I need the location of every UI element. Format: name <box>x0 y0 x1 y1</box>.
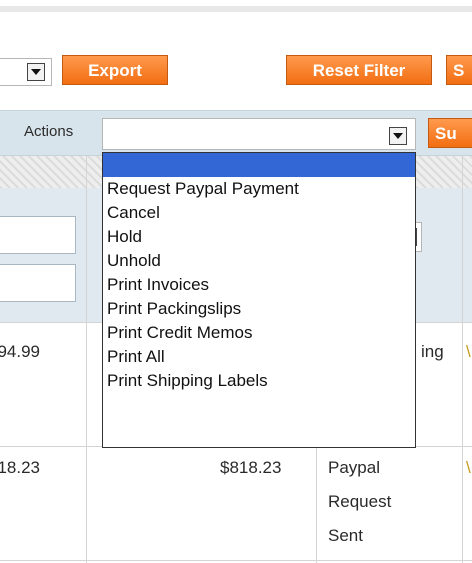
submit-button[interactable]: Su <box>428 118 472 148</box>
top-divider <box>0 6 472 12</box>
export-format-select[interactable] <box>0 58 52 86</box>
dropdown-item-request-paypal-payment[interactable]: Request Paypal Payment <box>103 177 415 201</box>
row-2-status-line-1: Paypal <box>328 458 380 477</box>
chevron-down-icon <box>389 127 407 145</box>
row-2-action-link[interactable]: \ <box>466 458 471 478</box>
actions-dropdown-list: Request Paypal Payment Cancel Hold Unhol… <box>102 152 416 448</box>
dropdown-item-unhold[interactable]: Unhold <box>103 249 415 273</box>
row-2-amount: $18.23 <box>0 458 40 477</box>
dropdown-item-blank[interactable] <box>103 153 415 177</box>
actions-label: Actions <box>24 123 74 140</box>
row-1-action-link[interactable]: \ <box>466 342 471 362</box>
chevron-down-icon <box>27 63 45 81</box>
filter-input-to[interactable] <box>0 264 76 302</box>
row-2-status-line-2: Request <box>328 492 392 511</box>
row-2-status-line-3: Sent <box>328 526 363 545</box>
row-1-amount: $94.99 <box>0 342 40 361</box>
actions-select[interactable] <box>102 118 416 150</box>
row-1-status: ing <box>421 342 444 361</box>
dropdown-item-print-all[interactable]: Print All <box>103 345 415 369</box>
top-bar <box>0 0 472 38</box>
search-button[interactable]: S <box>446 55 472 85</box>
dropdown-item-print-shipping-labels[interactable]: Print Shipping Labels <box>103 369 415 393</box>
reset-filter-button[interactable]: Reset Filter <box>286 55 432 85</box>
dropdown-item-print-credit-memos[interactable]: Print Credit Memos <box>103 321 415 345</box>
row-2-grand-total: $818.23 <box>220 458 282 477</box>
export-button[interactable]: Export <box>62 55 168 85</box>
row-divider <box>0 560 472 561</box>
dropdown-item-print-invoices[interactable]: Print Invoices <box>103 273 415 297</box>
column-divider <box>462 156 463 563</box>
column-divider <box>86 156 87 563</box>
filter-input-from[interactable] <box>0 216 76 254</box>
dropdown-item-cancel[interactable]: Cancel <box>103 201 415 225</box>
dropdown-item-hold[interactable]: Hold <box>103 225 415 249</box>
dropdown-item-print-packingslips[interactable]: Print Packingslips <box>103 297 415 321</box>
